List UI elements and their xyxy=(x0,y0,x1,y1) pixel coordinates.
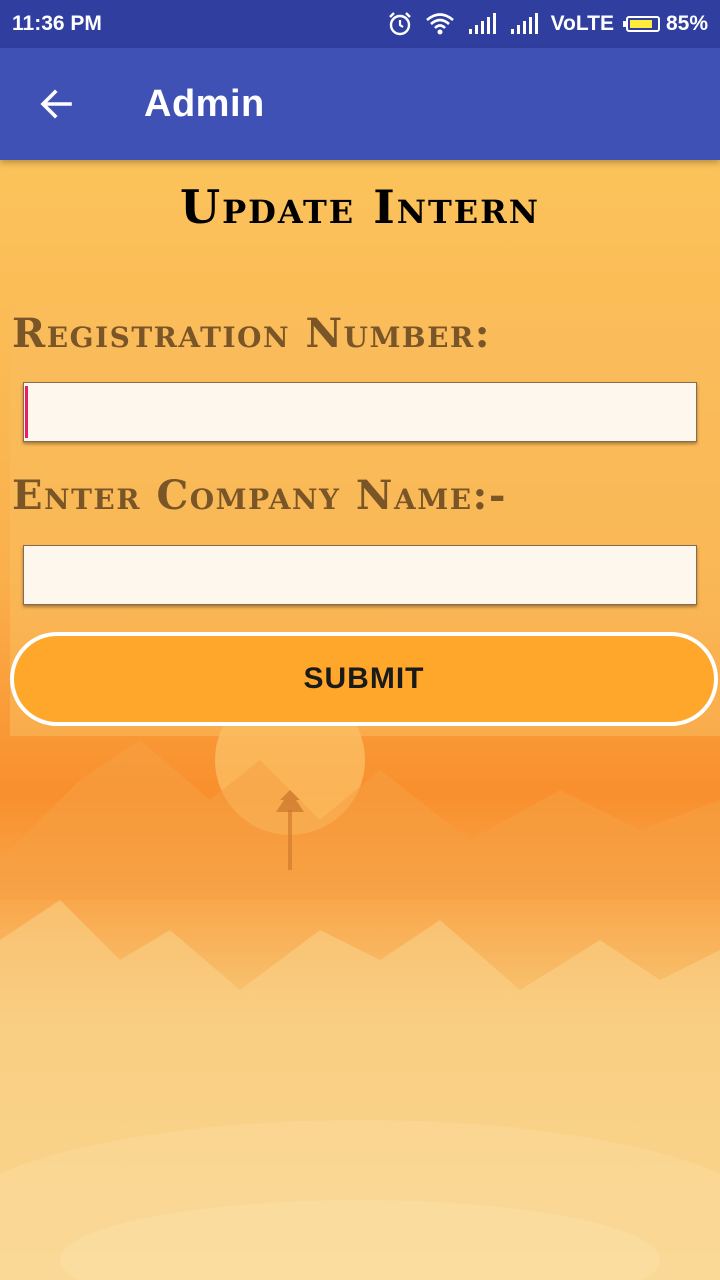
signal-icon xyxy=(509,13,539,35)
registration-number-label: Registration Number: xyxy=(12,310,491,357)
status-bar: 11:36 PM VoLTE 85% xyxy=(0,0,720,48)
page-title: Update Intern xyxy=(179,180,541,234)
registration-field-wrapper xyxy=(10,382,720,444)
registration-number-input[interactable] xyxy=(23,382,697,442)
signal-icon xyxy=(467,13,497,35)
status-time: 11:36 PM xyxy=(12,12,102,35)
status-icons: VoLTE 85% xyxy=(387,11,708,37)
battery-icon xyxy=(622,16,660,32)
battery-percent: 85% xyxy=(665,12,708,35)
arrow-left-icon xyxy=(40,89,72,119)
text-cursor xyxy=(25,386,28,438)
wifi-icon xyxy=(425,12,455,36)
submit-button[interactable]: SUBMIT xyxy=(10,632,718,726)
back-button[interactable] xyxy=(0,48,112,160)
company-name-input[interactable] xyxy=(23,545,697,605)
alarm-icon xyxy=(387,11,413,37)
update-intern-form: Registration Number: Enter Company Name:… xyxy=(10,306,720,736)
company-name-label: Enter Company Name:- xyxy=(12,472,507,519)
network-label: VoLTE xyxy=(550,12,614,35)
app-bar-title: Admin xyxy=(144,82,265,125)
app-screen: 11:36 PM VoLTE 85% Admin Update Intern R… xyxy=(0,0,720,1280)
battery-indicator: 85% xyxy=(622,12,708,36)
app-bar: Admin xyxy=(0,48,720,160)
